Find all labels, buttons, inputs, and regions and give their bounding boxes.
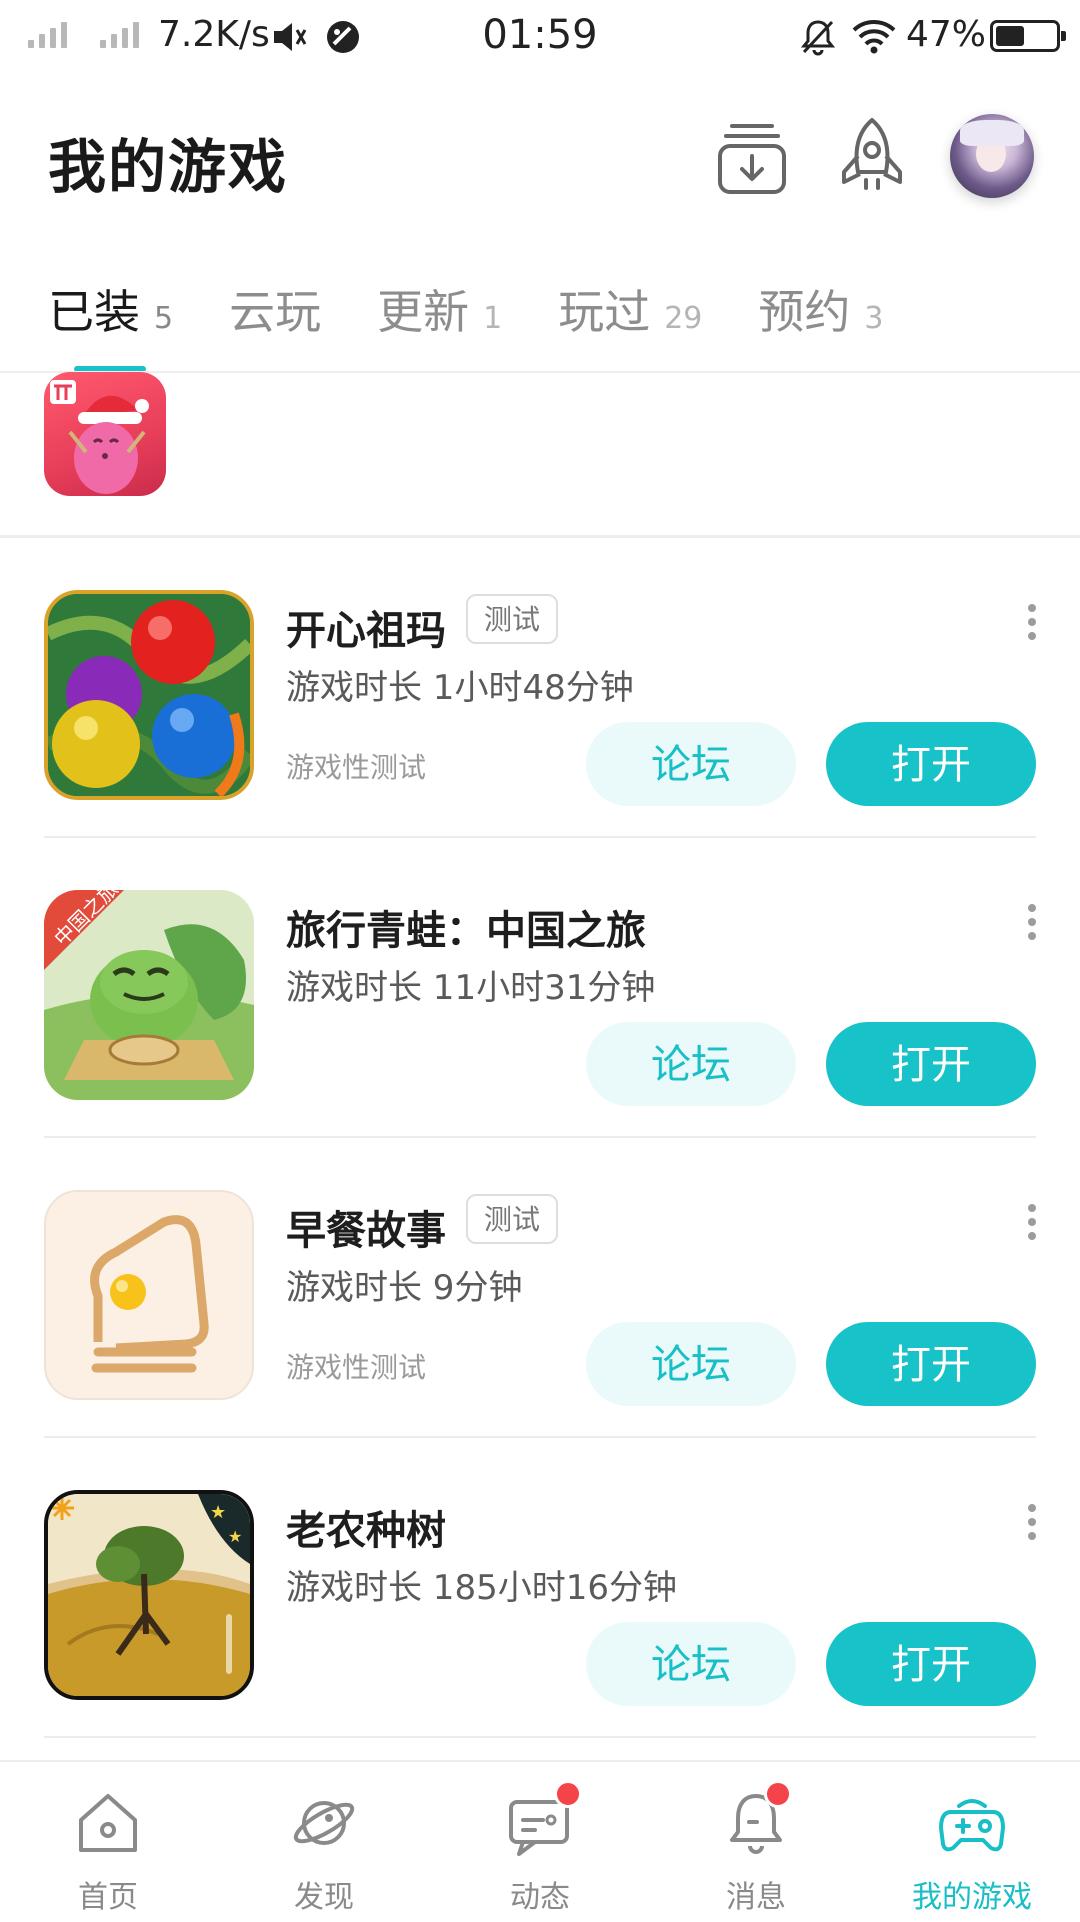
tab-played[interactable]: 玩过 29: [558, 276, 702, 342]
more-options-icon[interactable]: [1020, 1204, 1044, 1244]
nav-my-games[interactable]: 我的游戏: [864, 1762, 1080, 1922]
notification-badge: [764, 1780, 792, 1808]
more-options-icon[interactable]: [1020, 904, 1044, 944]
game-playtime: 游戏时长 1小时48分钟: [286, 668, 634, 708]
game-playtime: 游戏时长 11小时31分钟: [286, 968, 656, 1008]
test-tag: 测试: [466, 594, 559, 644]
nav-discover[interactable]: 发现: [216, 1762, 432, 1922]
home-icon: [79, 1794, 137, 1852]
game-name: 开心祖玛: [286, 608, 446, 654]
tab-reserved[interactable]: 预约 3: [758, 276, 883, 342]
forum-button[interactable]: 论坛: [586, 722, 796, 806]
game-icon[interactable]: 中国之旅: [44, 890, 254, 1100]
user-avatar[interactable]: [950, 114, 1034, 198]
nav-home[interactable]: 首页: [0, 1762, 216, 1922]
status-bar: 7.2K/s 01:59 47%: [0, 0, 1080, 76]
battery-percent: 47%: [906, 14, 987, 55]
tab-count: 29: [664, 301, 703, 336]
game-name: 老农种树: [286, 1508, 446, 1554]
open-button[interactable]: 打开: [826, 722, 1036, 806]
game-name: 早餐故事: [286, 1208, 446, 1254]
tab-label: 更新: [377, 285, 470, 339]
nav-feed[interactable]: 动态: [432, 1762, 648, 1922]
game-playtime: 游戏时长 9分钟: [286, 1268, 523, 1308]
divider: [44, 1136, 1036, 1138]
tab-cloud-play[interactable]: 云玩: [229, 276, 321, 342]
game-list-item[interactable]: 早餐故事 测试 游戏时长 9分钟 游戏性测试 论坛 打开: [0, 1150, 1080, 1450]
tab-label: 玩过: [558, 285, 651, 339]
game-list-item[interactable]: ★ ★ 老农种树 游戏时长 185小时16分钟 论坛 打开: [0, 1450, 1080, 1750]
tab-count: 5: [154, 301, 174, 336]
game-list-item[interactable]: 开心祖玛 测试 游戏时长 1小时48分钟 游戏性测试 论坛 打开: [0, 550, 1080, 850]
tab-count: 1: [483, 301, 503, 336]
game-list-item[interactable]: 中国之旅 旅行青蛙：中国之旅 游戏时长 11小时31分钟 论坛 打开: [0, 850, 1080, 1150]
open-button[interactable]: 打开: [826, 1322, 1036, 1406]
game-icon[interactable]: ★ ★: [44, 1490, 254, 1700]
svg-text:★: ★: [210, 1502, 226, 1523]
game-icon[interactable]: [44, 1190, 254, 1400]
divider: [44, 1436, 1036, 1438]
download-manager-icon[interactable]: [712, 112, 792, 200]
tab-label: 云玩: [229, 285, 322, 339]
nav-label: 消息: [726, 1880, 786, 1915]
open-button[interactable]: 打开: [826, 1022, 1036, 1106]
tab-count: 3: [864, 301, 884, 336]
gamepad-icon: [939, 1799, 1005, 1852]
planet-icon: [293, 1801, 355, 1845]
tab-installed[interactable]: 已装 5: [48, 276, 173, 342]
nav-messages[interactable]: 消息: [648, 1762, 864, 1922]
tab-label: 预约: [758, 285, 851, 339]
category-tabs: 已装 5 云玩 更新 1 玩过 29 预约 3: [48, 276, 939, 342]
nav-label: 动态: [510, 1880, 570, 1915]
nav-label: 首页: [78, 1880, 138, 1915]
tab-updates[interactable]: 更新 1: [377, 276, 502, 342]
open-button[interactable]: 打开: [826, 1622, 1036, 1706]
battery-icon: [990, 20, 1066, 52]
more-options-icon[interactable]: [1020, 1504, 1044, 1544]
more-options-icon[interactable]: [1020, 604, 1044, 644]
divider: [44, 836, 1036, 838]
divider: [0, 535, 1080, 538]
notification-badge: [554, 1780, 582, 1808]
forum-button[interactable]: 论坛: [586, 1022, 796, 1106]
game-name: 旅行青蛙：中国之旅: [286, 908, 646, 954]
svg-text:★: ★: [228, 1527, 242, 1546]
game-note: 游戏性测试: [286, 751, 427, 784]
game-icon[interactable]: [44, 590, 254, 800]
forum-button[interactable]: 论坛: [586, 1622, 796, 1706]
tab-label: 已装: [48, 285, 140, 339]
nav-label: 我的游戏: [912, 1880, 1032, 1915]
rocket-icon[interactable]: [832, 112, 912, 200]
cloud-game-icon[interactable]: [44, 372, 166, 496]
bottom-navigation: 首页 发现 动态 消息 我的游戏: [0, 1760, 1080, 1922]
game-playtime: 游戏时长 185小时16分钟: [286, 1568, 677, 1608]
nav-label: 发现: [294, 1880, 354, 1915]
forum-button[interactable]: 论坛: [586, 1322, 796, 1406]
game-note: 游戏性测试: [286, 1351, 427, 1384]
test-tag: 测试: [466, 1194, 559, 1244]
divider: [44, 1736, 1036, 1738]
mute-bell-icon: [800, 20, 836, 56]
wifi-icon: [852, 20, 896, 54]
page-title: 我的游戏: [48, 133, 289, 201]
divider: [0, 371, 1080, 373]
